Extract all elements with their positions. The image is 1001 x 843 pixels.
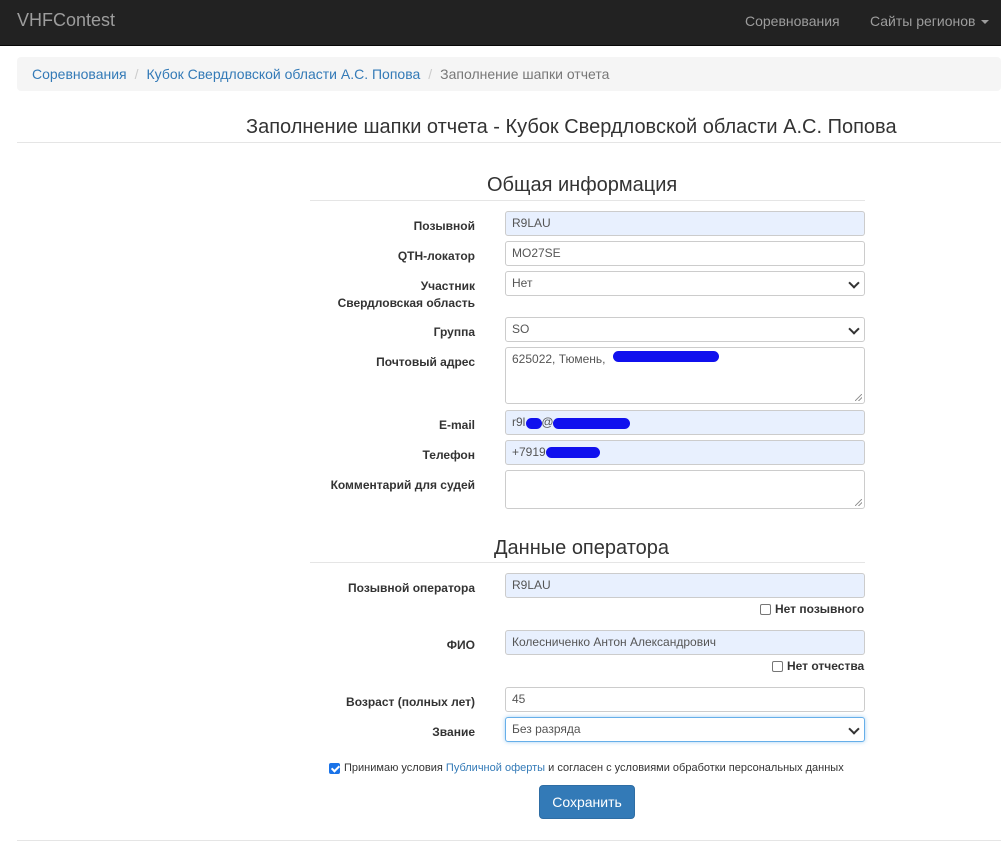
terms-text-after: и согласен с условиями обработки персона…	[548, 762, 844, 774]
phone-label: Телефон	[422, 448, 475, 462]
comment-textarea[interactable]	[505, 470, 865, 509]
address-value: 625022, Тюмень,	[512, 352, 606, 366]
age-label: Возраст (полных лет)	[346, 695, 475, 709]
general-section-title: Общая информация	[487, 174, 678, 196]
breadcrumb-competitions[interactable]: Соревнования	[32, 66, 127, 82]
operator-section-title: Данные оператора	[494, 537, 669, 559]
breadcrumb-separator: /	[134, 66, 139, 82]
no-patronymic-checkbox-row[interactable]: Нет отчества	[772, 659, 864, 673]
breadcrumb-separator: /	[428, 66, 433, 82]
rank-label: Звание	[432, 725, 475, 739]
chevron-down-icon	[848, 723, 860, 735]
redaction-mark	[553, 418, 630, 429]
public-offer-link[interactable]: Публичной оферты	[446, 762, 545, 774]
breadcrumb-current: Заполнение шапки отчета	[440, 66, 610, 82]
redaction-mark	[613, 351, 719, 362]
terms-checkbox[interactable]	[329, 762, 340, 774]
no-callsign-checkbox-row[interactable]: Нет позывного	[760, 602, 864, 616]
chevron-down-icon	[848, 323, 860, 335]
brand-link[interactable]: VHFContest	[17, 10, 115, 31]
breadcrumb-cup[interactable]: Кубок Свердловской области А.С. Попова	[147, 66, 421, 82]
email-at: @	[541, 415, 554, 429]
group-value: SO	[512, 322, 530, 336]
email-label: E-mail	[438, 418, 475, 432]
page-title: Заполнение шапки отчета - Кубок Свердлов…	[246, 116, 897, 138]
footer-divider	[17, 840, 1001, 841]
chevron-down-icon	[848, 277, 860, 289]
fio-input[interactable]: Колесниченко Антон Александрович	[505, 630, 865, 655]
email-value-start: r9l	[512, 415, 526, 429]
operator-divider	[310, 562, 865, 563]
participant-region-label: Свердловская область	[337, 296, 475, 310]
nav-competitions[interactable]: Соревнования	[745, 13, 840, 29]
terms-text-before: Принимаю условия	[344, 762, 443, 774]
fio-label: ФИО	[446, 638, 475, 652]
comment-label: Комментарий для судей	[330, 478, 475, 492]
title-divider	[17, 142, 1001, 143]
nav-region-sites-label: Сайты регионов	[870, 13, 976, 29]
no-callsign-label: Нет позывного	[775, 602, 865, 616]
qth-label: QTH-локатор	[397, 249, 475, 263]
participant-label: Участник	[420, 279, 475, 293]
no-patronymic-label: Нет отчества	[787, 659, 865, 673]
rank-value: Без разряда	[512, 722, 581, 736]
breadcrumb: Соревнования / Кубок Свердловской области …	[17, 57, 1001, 91]
nav-region-sites-dropdown[interactable]: Сайты регионов	[870, 13, 990, 29]
operator-callsign-input[interactable]: R9LAU	[505, 573, 865, 598]
operator-callsign-label: Позывной оператора	[348, 581, 475, 595]
callsign-label: Позывной	[413, 219, 475, 233]
resize-handle-icon[interactable]	[855, 499, 862, 506]
participant-select[interactable]: Нет	[505, 271, 865, 296]
resize-handle-icon[interactable]	[855, 394, 862, 401]
terms-row: Принимаю условия Публичной оферты и согл…	[329, 762, 844, 774]
participant-value: Нет	[512, 276, 533, 290]
caret-down-icon	[981, 20, 990, 25]
save-button[interactable]: Сохранить	[539, 785, 635, 819]
callsign-input[interactable]: R9LAU	[505, 211, 865, 236]
navbar: VHFContest Соревнования Сайты регионов	[0, 0, 1001, 46]
age-input[interactable]: 45	[505, 687, 865, 712]
redaction-mark	[526, 418, 542, 429]
address-label: Почтовый адрес	[376, 355, 475, 369]
no-patronymic-checkbox[interactable]	[772, 660, 783, 672]
no-callsign-checkbox[interactable]	[760, 603, 771, 615]
qth-input[interactable]: MO27SE	[505, 241, 865, 266]
general-divider	[310, 200, 865, 201]
rank-select[interactable]: Без разряда	[505, 717, 865, 742]
group-label: Группа	[433, 325, 475, 339]
redaction-mark	[546, 447, 600, 458]
group-select[interactable]: SO	[505, 317, 865, 342]
